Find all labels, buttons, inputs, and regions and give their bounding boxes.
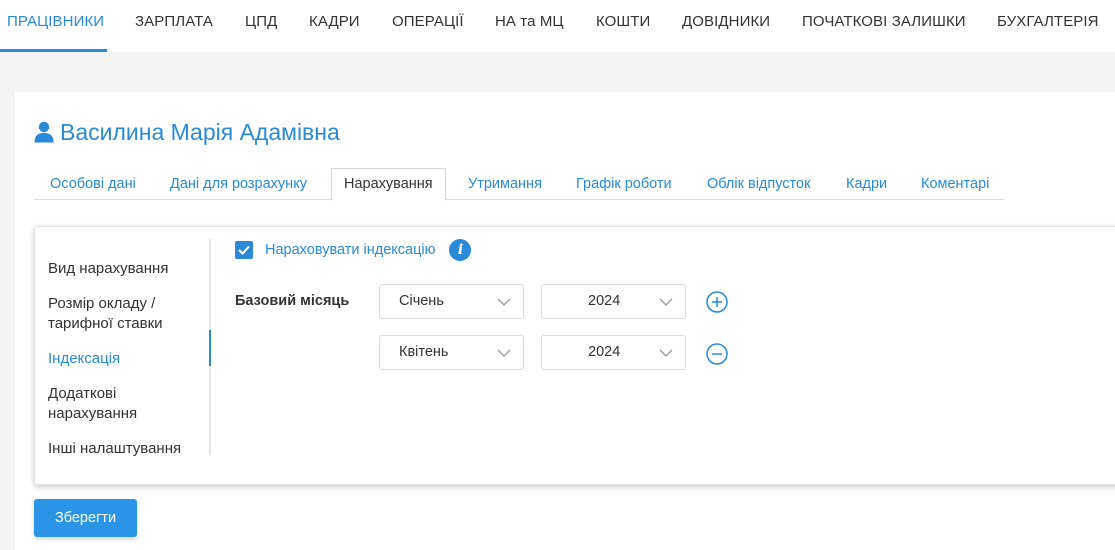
tab-work-schedule[interactable]: Графік роботи	[576, 168, 672, 200]
nav-item-assets[interactable]: НА та МЦ	[495, 13, 564, 30]
year-select-2[interactable]: 2024	[541, 335, 686, 370]
chevron-down-icon	[659, 349, 673, 357]
tab-vacation-tracking[interactable]: Облік відпусток	[707, 168, 810, 200]
add-period-icon[interactable]	[706, 291, 728, 313]
year-select-1[interactable]: 2024	[541, 284, 686, 319]
tab-calculation-data[interactable]: Дані для розрахунку	[170, 168, 307, 200]
menu-item-other-settings[interactable]: Інші налаштування	[48, 439, 181, 459]
accrual-settings-panel: Вид нарахування Розмір окладу / тарифної …	[34, 226, 1115, 485]
tab-deductions[interactable]: Утримання	[468, 168, 542, 200]
employee-tabs: Особові дані Дані для розрахунку Нарахув…	[34, 168, 1004, 201]
tab-accruals[interactable]: Нарахування	[331, 168, 446, 201]
top-navigation: ПРАЦІВНИКИ ЗАРПЛАТА ЦПД КАДРИ ОПЕРАЦІЇ Н…	[0, 0, 1115, 52]
menu-item-accrual-type[interactable]: Вид нарахування	[48, 259, 168, 279]
month-select-value: Квітень	[399, 344, 449, 360]
indexation-checkbox[interactable]	[235, 241, 253, 259]
tab-comments[interactable]: Коментарі	[921, 168, 989, 200]
save-button[interactable]: Зберегти	[34, 499, 137, 537]
employee-name: Василина Марія Адамівна	[60, 118, 340, 145]
nav-item-accounting[interactable]: БУХГАЛТЕРІЯ	[997, 13, 1099, 30]
menu-item-additional-accruals[interactable]: Додаткові нарахування	[48, 384, 137, 424]
indexation-checkbox-row: Нараховувати індексацію i	[235, 239, 472, 261]
base-month-label: Базовий місяць	[235, 293, 350, 309]
nav-item-salary[interactable]: ЗАРПЛАТА	[135, 13, 213, 30]
indexation-checkbox-label[interactable]: Нараховувати індексацію	[265, 242, 435, 258]
tab-hr[interactable]: Кадри	[846, 168, 887, 200]
info-icon[interactable]: i	[449, 239, 472, 261]
month-select-value: Січень	[399, 293, 444, 309]
active-menu-marker	[209, 330, 211, 366]
page-title: Василина Марія Адамівна	[34, 117, 340, 147]
chevron-down-icon	[497, 298, 511, 306]
chevron-down-icon	[497, 349, 511, 357]
month-select-1[interactable]: Січень	[379, 284, 524, 319]
year-select-value: 2024	[588, 344, 621, 360]
nav-item-cpd[interactable]: ЦПД	[245, 13, 277, 30]
nav-item-directories[interactable]: ДОВІДНИКИ	[682, 13, 770, 30]
active-nav-underline	[0, 49, 107, 52]
tab-personal-data[interactable]: Особові дані	[50, 168, 136, 200]
nav-item-employees[interactable]: ПРАЦІВНИКИ	[7, 13, 104, 30]
accrual-sidemenu: Вид нарахування Розмір окладу / тарифної …	[35, 239, 211, 457]
chevron-down-icon	[659, 298, 673, 306]
checkmark-icon	[238, 245, 250, 255]
nav-item-operations[interactable]: ОПЕРАЦІЇ	[392, 13, 464, 30]
menu-item-indexation[interactable]: Індексація	[48, 349, 120, 369]
nav-item-funds[interactable]: КОШТИ	[596, 13, 650, 30]
remove-period-icon[interactable]	[706, 343, 728, 365]
nav-item-opening-balances[interactable]: ПОЧАТКОВІ ЗАЛИШКИ	[802, 13, 966, 30]
user-icon	[34, 121, 54, 143]
year-select-value: 2024	[588, 293, 621, 309]
nav-item-hr[interactable]: КАДРИ	[309, 13, 360, 30]
menu-item-salary-rate[interactable]: Розмір окладу / тарифної ставки	[48, 294, 163, 334]
month-select-2[interactable]: Квітень	[379, 335, 524, 370]
